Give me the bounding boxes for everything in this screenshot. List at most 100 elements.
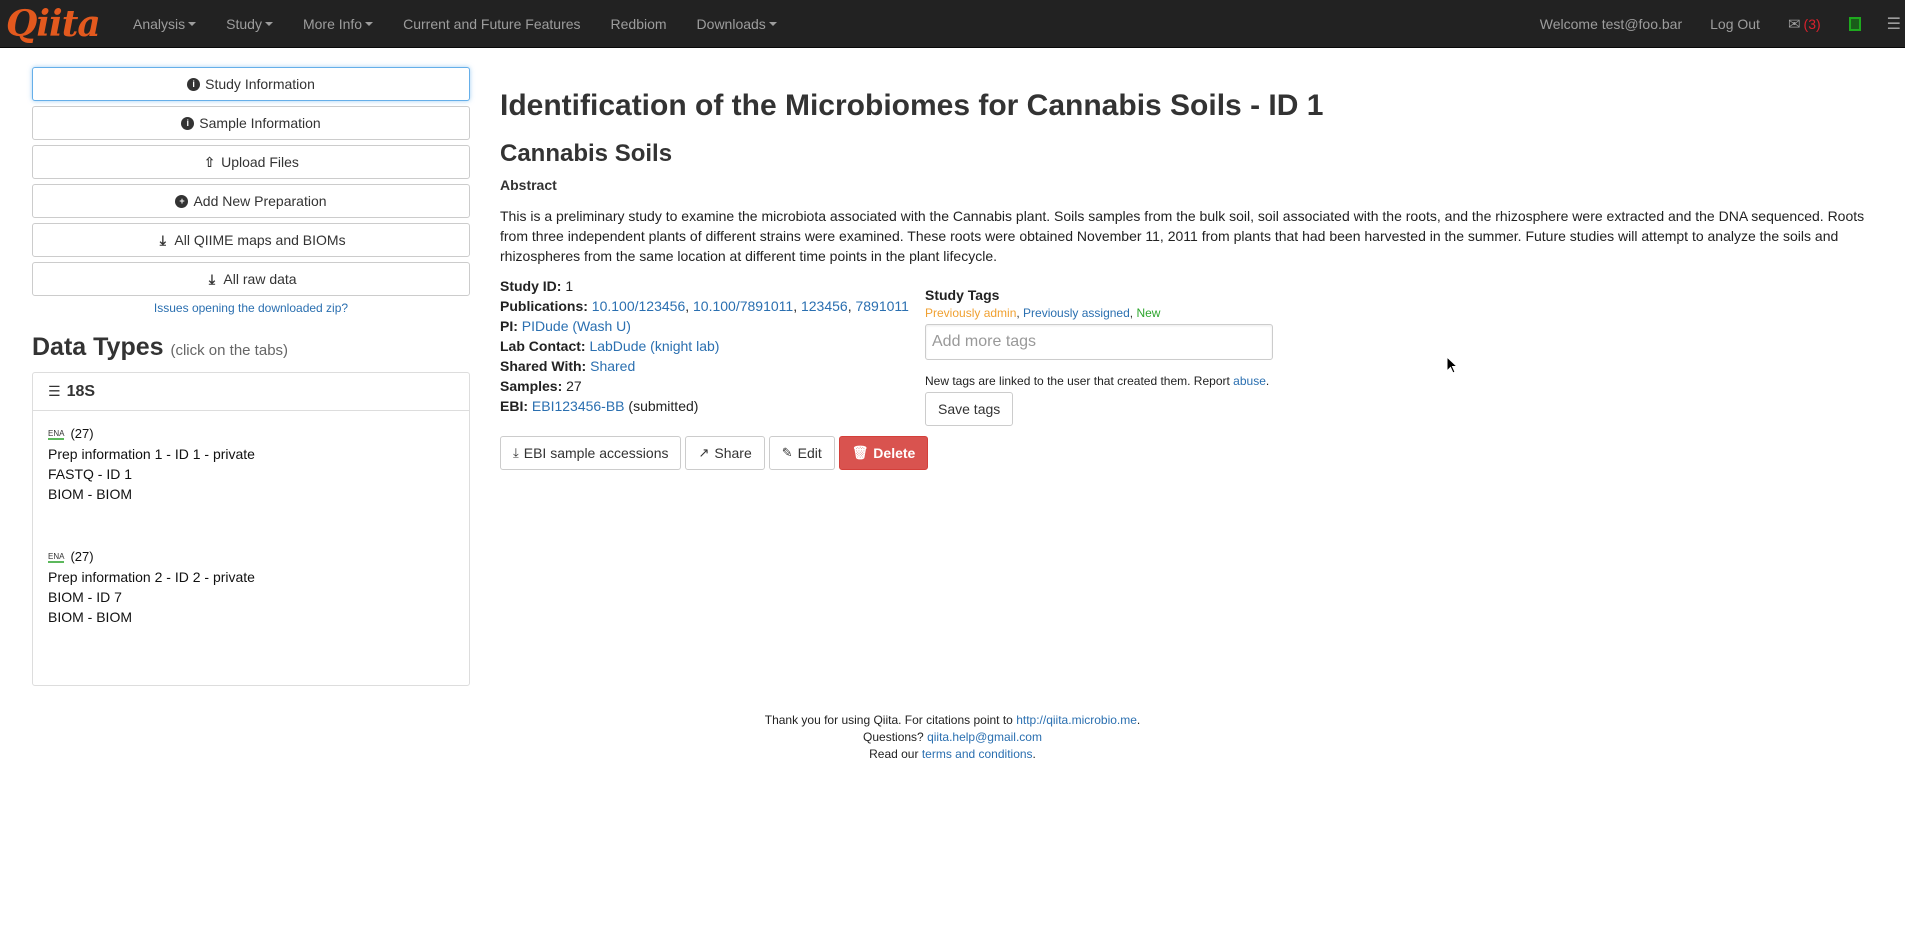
download-icon: ⤓ xyxy=(208,270,216,287)
nav-current-future-features[interactable]: Current and Future Features xyxy=(388,0,595,48)
add-new-preparation-button[interactable]: + Add New Preparation xyxy=(32,184,470,218)
study-alias: Cannabis Soils xyxy=(500,140,673,167)
footer-citation-text: Thank you for using Qiita. For citations… xyxy=(764,713,1017,727)
download-icon: ⤓ xyxy=(513,445,519,460)
shared-with-link[interactable]: Shared xyxy=(590,358,635,374)
nav-analysis-dropdown[interactable]: Analysis xyxy=(118,0,211,48)
prep-name[interactable]: Prep information 1 - ID 1 - private xyxy=(48,444,454,464)
prep-artifact[interactable]: BIOM - BIOM xyxy=(48,607,454,627)
nav-more-info-label: More Info xyxy=(302,15,363,32)
brand-logo[interactable]: Qiita xyxy=(0,0,118,48)
study-info: Study ID: 1 Publications: 10.100/123456,… xyxy=(500,278,909,414)
messages-link[interactable]: ✉ (3) xyxy=(1774,0,1835,48)
publication-link[interactable]: 10.100/123456 xyxy=(592,298,685,314)
data-types-hint: (click on the tabs) xyxy=(170,342,289,359)
delete-button[interactable]: 🗑 Delete xyxy=(838,436,929,470)
study-information-label: Study Information xyxy=(205,76,315,92)
trash-icon: 🗑 xyxy=(851,445,869,460)
data-types-heading: Data Types (click on the tabs) xyxy=(32,333,288,362)
upload-files-button[interactable]: ⇧ Upload Files xyxy=(32,145,470,179)
prep-artifact[interactable]: BIOM - ID 7 xyxy=(48,587,454,607)
nav-redbiom[interactable]: Redbiom xyxy=(596,0,682,48)
menu-list-icon[interactable]: ☰ xyxy=(1887,14,1901,34)
study-main: Identification of the Microbiomes for Ca… xyxy=(500,80,1880,470)
status-icon[interactable] xyxy=(1848,17,1861,31)
ebi-sample-accessions-label: EBI sample accessions xyxy=(523,445,669,461)
save-tags-button[interactable]: Save tags xyxy=(925,392,1014,426)
qiita-url-link[interactable]: http://qiita.microbio.me xyxy=(1016,713,1137,727)
study-id-label: Study ID: xyxy=(500,278,562,294)
mail-count-badge: (3) xyxy=(1803,16,1821,32)
logout-link[interactable]: Log Out xyxy=(1696,0,1774,48)
edit-icon: ✎ xyxy=(781,445,793,460)
study-id-value: 1 xyxy=(565,278,574,294)
tags-input[interactable]: Add more tags xyxy=(925,324,1273,360)
publication-link[interactable]: 10.100/7891011 xyxy=(693,298,793,314)
nav-study-dropdown[interactable]: Study xyxy=(211,0,288,48)
ebi-sample-accessions-button[interactable]: ⤓ EBI sample accessions xyxy=(500,436,682,470)
sample-information-button[interactable]: i Sample Information xyxy=(32,106,470,140)
nav-analysis-label: Analysis xyxy=(133,15,186,32)
tab-18s[interactable]: ☰ 18S xyxy=(33,373,469,411)
share-label: Share xyxy=(714,445,752,461)
pi-link[interactable]: PIDude (Wash U) xyxy=(522,318,631,334)
study-information-button[interactable]: i Study Information xyxy=(32,67,470,101)
prep-artifact[interactable]: BIOM - BIOM xyxy=(48,484,454,504)
tab-18s-label: 18S xyxy=(66,382,96,400)
publications-label: Publications: xyxy=(500,298,588,314)
legend-assigned: Previously assigned xyxy=(1023,306,1130,320)
nav-menu: Analysis Study More Info Current and Fut… xyxy=(118,0,792,48)
share-button[interactable]: ↗ Share xyxy=(685,436,765,470)
list-icon: ☰ xyxy=(48,383,61,399)
welcome-user-link[interactable]: Welcome test@foo.bar xyxy=(1526,0,1696,48)
info-circle-icon: i xyxy=(187,77,201,91)
upload-files-label: Upload Files xyxy=(221,154,299,170)
ebi-link[interactable]: EBI123456-BB xyxy=(532,398,625,414)
study-tags-title: Study Tags xyxy=(925,287,1000,303)
download-raw-data-button[interactable]: ⤓ All raw data xyxy=(32,262,470,296)
delete-label: Delete xyxy=(873,445,916,461)
mail-icon: ✉ xyxy=(1787,16,1801,33)
prep-item[interactable]: ENA (27) Prep information 2 - ID 2 - priv… xyxy=(33,546,469,627)
terms-link[interactable]: terms and conditions xyxy=(922,747,1033,761)
samples-label: Samples: xyxy=(500,378,563,394)
info-circle-icon: i xyxy=(181,116,195,130)
legend-admin: Previously admin xyxy=(925,306,1017,320)
prep-artifact[interactable]: FASTQ - ID 1 xyxy=(48,464,454,484)
upload-icon: ⇧ xyxy=(203,153,216,170)
prep-item[interactable]: ENA (27) Prep information 1 - ID 1 - priv… xyxy=(33,423,469,504)
nav-downloads-label: Downloads xyxy=(696,15,766,32)
publication-link[interactable]: 123456 xyxy=(801,298,848,314)
footer-questions-text: Questions? xyxy=(863,730,928,744)
help-email-link[interactable]: qiita.help@gmail.com xyxy=(927,730,1042,744)
edit-button[interactable]: ✎ Edit xyxy=(768,436,835,470)
ena-icon: ENA xyxy=(48,551,65,563)
publication-link[interactable]: 7891011 xyxy=(855,298,908,314)
legend-new: New xyxy=(1136,306,1161,320)
tags-legend: Previously admin, Previously assigned, N… xyxy=(925,306,1161,320)
prep-sample-count: (27) xyxy=(70,549,94,564)
abstract-label: Abstract xyxy=(500,177,557,193)
caret-down-icon xyxy=(264,21,273,26)
plus-circle-icon: + xyxy=(175,194,189,208)
download-icon: ⤓ xyxy=(159,231,166,248)
caret-down-icon xyxy=(768,21,777,26)
download-qiime-maps-button[interactable]: ⤓ All QIIME maps and BIOMs xyxy=(32,223,470,257)
study-actions: ⤓ EBI sample accessions ↗ Share ✎ Edit 🗑 Del… xyxy=(500,436,929,470)
lab-contact-link[interactable]: LabDude (knight lab) xyxy=(589,338,719,354)
study-sidebar: i Study Information i Sample Information ⇧… xyxy=(32,67,470,315)
nav-downloads-dropdown[interactable]: Downloads xyxy=(682,0,792,48)
shared-with-label: Shared With: xyxy=(500,358,587,374)
data-types-title: Data Types xyxy=(32,333,164,361)
nav-more-info-dropdown[interactable]: More Info xyxy=(288,0,388,48)
share-icon: ↗ xyxy=(698,445,710,460)
prep-sample-count: (27) xyxy=(70,426,94,441)
study-tags: Study Tags Previously admin, Previously … xyxy=(925,287,1345,426)
tags-note: New tags are linked to the user that cre… xyxy=(925,374,1270,388)
prep-name[interactable]: Prep information 2 - ID 2 - private xyxy=(48,567,454,587)
report-abuse-link[interactable]: abuse xyxy=(1233,374,1266,388)
issues-zip-link[interactable]: Issues opening the downloaded zip? xyxy=(154,301,348,315)
pi-label: PI: xyxy=(500,318,518,334)
edit-label: Edit xyxy=(797,445,822,461)
ebi-status: (submitted) xyxy=(628,398,699,414)
